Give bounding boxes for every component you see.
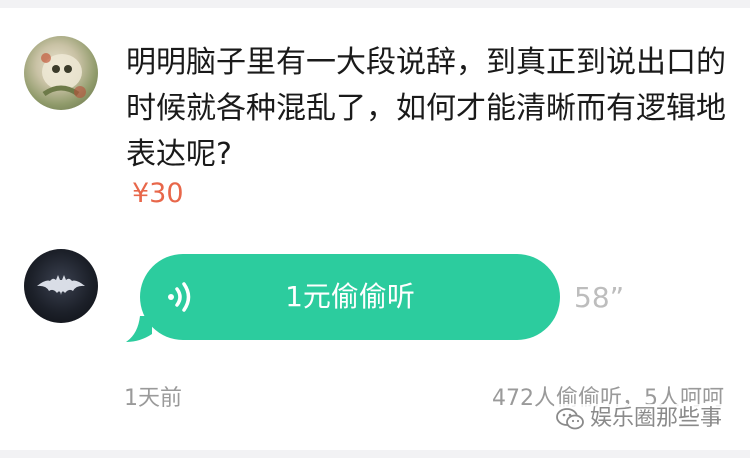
watermark-text: 娱乐圈那些事 <box>589 406 722 431</box>
audio-duration: 58” <box>574 281 625 314</box>
reward-price: ¥30 <box>132 178 184 209</box>
asker-avatar[interactable] <box>24 36 98 110</box>
answerer-avatar[interactable] <box>24 249 98 323</box>
watermark: 娱乐圈那些事 <box>553 404 724 434</box>
bat-logo-icon <box>37 275 85 295</box>
listen-button-label: 1元偷偷听 <box>285 280 415 313</box>
post-time: 1天前 <box>124 386 182 411</box>
asker-avatar-image <box>41 53 86 98</box>
question-text: 明明脑子里有一大段说辞，到真正到说出口的时候就各种混乱了，如何才能清晰而有逻辑地… <box>126 45 726 172</box>
wechat-icon <box>556 408 584 430</box>
